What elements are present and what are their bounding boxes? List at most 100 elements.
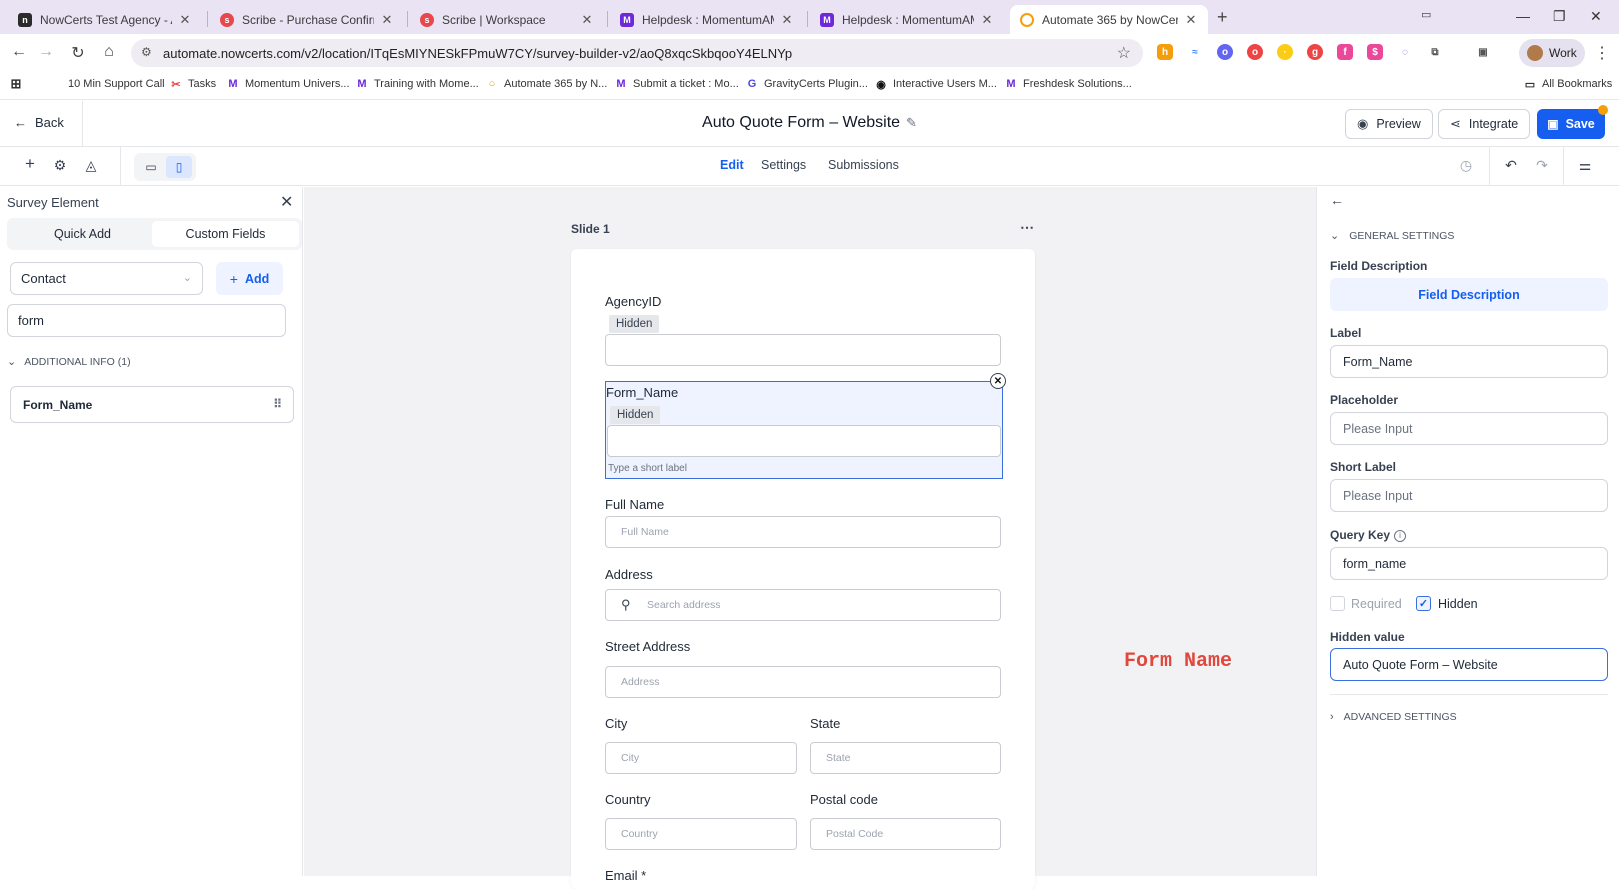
all-bookmarks[interactable]: ▭ All Bookmarks (1524, 78, 1613, 91)
undo-icon[interactable]: ↶ (1502, 157, 1520, 174)
tab-search-icon[interactable]: ▭ (1421, 8, 1431, 21)
tab-submissions[interactable]: Submissions (828, 158, 899, 172)
home-icon[interactable]: ⌂ (99, 43, 119, 61)
reload-icon[interactable]: ↻ (68, 43, 88, 63)
street-address-input[interactable]: Address (605, 666, 1001, 698)
new-tab-icon[interactable]: + (1217, 7, 1228, 28)
mobile-view-icon[interactable]: ▯ (166, 156, 192, 178)
state-input[interactable]: State (810, 742, 1001, 774)
hidden-checkbox[interactable]: ✓ (1416, 596, 1431, 611)
postal-code-input[interactable]: Postal Code (810, 818, 1001, 850)
add-element-icon[interactable]: + (21, 154, 39, 174)
object-select[interactable]: Contact ⌄ (10, 262, 203, 295)
extension-icon[interactable]: h (1157, 44, 1173, 60)
extension-icon[interactable]: · (1277, 44, 1293, 60)
address-search-input[interactable]: Search address (605, 589, 1001, 621)
address-bar-row: ← → ↻ ⌂ ⚙ automate.nowcerts.com/v2/locat… (0, 34, 1619, 72)
window-close-icon[interactable]: ✕ (1590, 8, 1602, 25)
back-arrow-icon[interactable]: ← (9, 43, 29, 61)
close-tab-icon[interactable]: ✕ (178, 12, 192, 28)
bookmark-item[interactable]: M Momentum Univers... (227, 78, 349, 90)
bookmark-item[interactable]: M Freshdesk Solutions... (1005, 78, 1131, 90)
browser-tab[interactable]: s Scribe | Workspace ✕ (410, 5, 604, 34)
bookmark-star-icon[interactable]: ☆ (1117, 43, 1131, 63)
tab-quick-add[interactable]: Quick Add (10, 221, 155, 247)
close-tab-icon[interactable]: ✕ (980, 12, 994, 28)
general-settings-header[interactable]: ⌄ GENERAL SETTINGS (1330, 229, 1454, 243)
extension-icon[interactable]: ◌ (1397, 44, 1413, 60)
profile-button[interactable]: Work (1519, 39, 1585, 67)
theme-icon[interactable]: ◬ (82, 157, 100, 174)
field-search-input[interactable] (7, 304, 286, 337)
agency-id-input[interactable] (605, 334, 1001, 366)
extensions-puzzle-icon[interactable]: ⧉ (1427, 44, 1443, 60)
close-tab-icon[interactable]: ✕ (780, 12, 794, 28)
integrate-button[interactable]: ⋖ Integrate (1438, 109, 1531, 139)
short-label-hint[interactable]: Type a short label (608, 463, 687, 474)
extension-icon[interactable]: o (1217, 44, 1233, 60)
close-icon[interactable]: ✕ (280, 192, 293, 212)
preview-button[interactable]: ◉ Preview (1345, 109, 1433, 139)
extension-icon[interactable]: o (1247, 44, 1263, 60)
browser-tab[interactable]: s Scribe - Purchase Confirmation ✕ (210, 5, 404, 34)
bookmark-item[interactable]: M Submit a ticket : Mo... (615, 78, 738, 90)
close-tab-icon[interactable]: ✕ (380, 12, 394, 28)
close-tab-icon[interactable]: ✕ (580, 12, 594, 28)
bookmark-item[interactable]: 10 Min Support Call (68, 78, 165, 90)
add-field-button[interactable]: + Add (216, 262, 283, 295)
url-bar[interactable]: ⚙ automate.nowcerts.com/v2/location/ITqE… (131, 39, 1143, 67)
drag-grip-icon[interactable]: ⠿ (273, 397, 282, 411)
extension-icon[interactable]: ≈ (1187, 44, 1203, 60)
field-description-button[interactable]: Field Description (1330, 278, 1608, 311)
search-icon: ⚲ (621, 597, 631, 612)
full-name-input[interactable]: Full Name (605, 516, 1001, 548)
bookmark-item[interactable]: M Training with Mome... (356, 78, 478, 90)
more-horizontal-icon[interactable]: ⋯ (1020, 219, 1034, 236)
arrow-left-icon[interactable]: ← (1330, 192, 1344, 208)
history-icon[interactable]: ◷ (1457, 157, 1475, 174)
placeholder-input[interactable] (1330, 412, 1608, 445)
browser-tab[interactable]: M Helpdesk : MomentumAMP ✕ (810, 5, 1004, 34)
required-checkbox[interactable] (1330, 596, 1345, 611)
short-label-input[interactable] (1330, 479, 1608, 512)
pencil-icon[interactable]: ✎ (906, 115, 917, 130)
additional-info-group[interactable]: ⌄ ADDITIONAL INFO (1) (7, 355, 131, 369)
redo-icon[interactable]: ↷ (1533, 157, 1551, 174)
panel-title: Survey Element (7, 195, 99, 210)
bookmark-item[interactable]: G GravityCerts Plugin... (746, 78, 868, 90)
extension-icon[interactable]: g (1307, 44, 1323, 60)
sidebar-icon[interactable]: ▣ (1475, 44, 1491, 60)
close-tab-icon[interactable]: ✕ (1184, 12, 1198, 28)
tab-custom-fields[interactable]: Custom Fields (152, 221, 299, 247)
label-input[interactable] (1330, 345, 1608, 378)
hidden-value-input[interactable] (1330, 648, 1608, 681)
save-button[interactable]: ▣ Save (1537, 109, 1605, 139)
browser-menu-icon[interactable]: ⋮ (1594, 43, 1610, 63)
restore-icon[interactable]: ❐ (1553, 8, 1566, 25)
tab-settings[interactable]: Settings (761, 158, 806, 172)
country-input[interactable]: Country (605, 818, 797, 850)
structure-icon[interactable]: ⚙ (51, 157, 69, 174)
info-icon[interactable]: i (1394, 529, 1407, 542)
site-info-icon[interactable]: ⚙ (141, 45, 152, 59)
minimize-icon[interactable]: — (1516, 8, 1530, 24)
form-name-input[interactable] (607, 425, 1001, 457)
extension-icon[interactable]: f (1337, 44, 1353, 60)
bookmark-item[interactable]: ✂ Tasks (170, 78, 216, 91)
desktop-view-icon[interactable]: ▭ (138, 156, 164, 178)
browser-tab[interactable]: n NowCerts Test Agency - Agency ✕ (8, 5, 202, 34)
tab-edit[interactable]: Edit (720, 158, 744, 172)
query-key-input[interactable] (1330, 547, 1608, 580)
advanced-settings-header[interactable]: › ADVANCED SETTINGS (1330, 711, 1457, 723)
draggable-field-form-name[interactable]: Form_Name ⠿ (10, 386, 294, 423)
remove-field-icon[interactable]: ✕ (990, 373, 1006, 389)
forward-arrow-icon[interactable]: → (36, 43, 56, 61)
browser-tab[interactable]: M Helpdesk : MomentumAMP ✕ (610, 5, 804, 34)
browser-tab-active[interactable]: Automate 365 by NowCerts ✕ (1010, 5, 1208, 34)
bookmark-item[interactable]: ○ Automate 365 by N... (486, 78, 608, 90)
bookmark-item[interactable]: ◉ Interactive Users M... (875, 78, 997, 91)
apps-icon[interactable]: ⊞ (10, 76, 28, 91)
extension-icon[interactable]: $ (1367, 44, 1383, 60)
sliders-icon[interactable]: ⚌ (1576, 157, 1594, 174)
city-input[interactable]: City (605, 742, 797, 774)
